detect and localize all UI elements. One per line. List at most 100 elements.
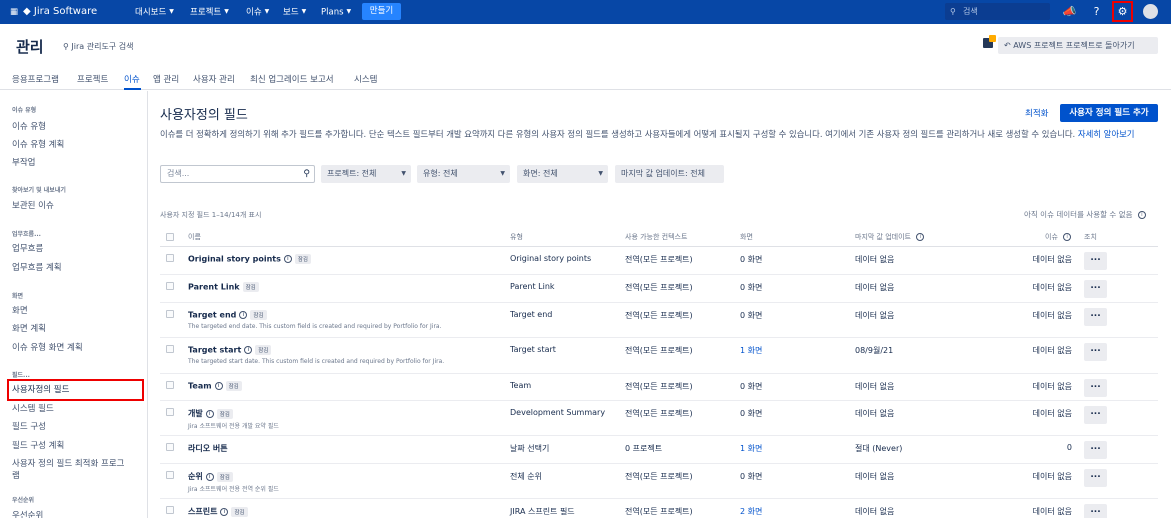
row-checkbox[interactable] bbox=[166, 443, 174, 451]
info-icon[interactable]: i bbox=[214, 382, 223, 390]
tab-projects[interactable]: 프로젝트 bbox=[77, 73, 108, 85]
row-checkbox[interactable] bbox=[166, 408, 174, 416]
create-button[interactable]: 만들기 bbox=[362, 3, 401, 20]
actions-menu-button[interactable]: ... bbox=[1084, 308, 1107, 326]
field-name[interactable]: 개발 i 잠김 bbox=[188, 408, 233, 419]
column-header-name[interactable]: 이름 bbox=[188, 232, 201, 242]
row-checkbox[interactable] bbox=[166, 471, 174, 479]
tab-upgrade-report[interactable]: 최신 업그레이드 보고서 bbox=[250, 73, 334, 85]
field-name[interactable]: 순위 i 잠김 bbox=[188, 471, 233, 482]
sidebar-item-screens[interactable]: 화면 bbox=[12, 304, 28, 316]
field-name[interactable]: Parent Link 잠김 bbox=[188, 282, 259, 292]
actions-menu-button[interactable]: ... bbox=[1084, 504, 1107, 518]
screen-filter-dropdown[interactable]: 화면: 전체 ▼ bbox=[517, 165, 608, 183]
field-name[interactable]: Target start i 잠김 bbox=[188, 345, 272, 355]
field-screens[interactable]: 2 화면 bbox=[740, 506, 762, 517]
sidebar-item-workflows[interactable]: 업무흐름 bbox=[12, 242, 43, 254]
nav-dashboards[interactable]: 대시보드 ▼ bbox=[135, 0, 174, 24]
info-icon[interactable]: i bbox=[916, 233, 925, 241]
add-custom-field-button[interactable]: 사용자 정의 필드 추가 bbox=[1060, 104, 1158, 122]
column-header-type[interactable]: 유형 bbox=[510, 232, 523, 242]
optimize-link[interactable]: 최적화 bbox=[1025, 107, 1048, 119]
nav-boards[interactable]: 보드 ▼ bbox=[283, 0, 306, 24]
row-checkbox[interactable] bbox=[166, 381, 174, 389]
last-update-filter-dropdown[interactable]: 마지막 값 업데이트: 전체 bbox=[615, 165, 724, 183]
admin-search-link[interactable]: ⚲ Jira 관리도구 검색 bbox=[63, 41, 133, 52]
column-header-screens[interactable]: 화면 bbox=[740, 232, 753, 242]
field-name[interactable]: Team i 잠김 bbox=[188, 381, 242, 391]
learn-more-link[interactable]: 자세히 알아보기 bbox=[1078, 129, 1135, 139]
sidebar-item-field-configurations[interactable]: 필드 구성 bbox=[12, 420, 46, 432]
nav-plans[interactable]: Plans ▼ bbox=[321, 0, 351, 24]
field-name[interactable]: 스프린트 i 잠김 bbox=[188, 506, 248, 517]
chevron-down-icon: ▼ bbox=[401, 170, 406, 177]
actions-menu-button[interactable]: ... bbox=[1084, 252, 1107, 270]
sidebar-item-priorities[interactable]: 우선순위 bbox=[12, 509, 43, 518]
locked-badge: 잠김 bbox=[225, 381, 242, 391]
column-header-actions: 조치 bbox=[1084, 233, 1097, 241]
actions-menu-button[interactable]: ... bbox=[1084, 280, 1107, 298]
info-icon[interactable]: i bbox=[244, 346, 253, 354]
column-header-contexts[interactable]: 사용 가능한 컨텍스트 bbox=[625, 232, 687, 242]
sidebar-item-issue-type-screen-schemes[interactable]: 이슈 유형 화면 계획 bbox=[12, 341, 83, 353]
tab-user-management[interactable]: 사용자 관리 bbox=[193, 73, 235, 85]
field-name[interactable]: Target end i 잠김 bbox=[188, 310, 267, 320]
user-avatar[interactable] bbox=[1143, 4, 1158, 19]
row-checkbox[interactable] bbox=[166, 345, 174, 353]
sidebar-item-issue-type-schemes[interactable]: 이슈 유형 계획 bbox=[12, 138, 64, 150]
back-to-project-button[interactable]: ↶ AWS 프로젝트 프로젝트로 돌아가기 bbox=[998, 37, 1158, 54]
info-icon[interactable]: i bbox=[1063, 233, 1072, 241]
global-search-input[interactable]: ⚲ 검색 bbox=[945, 3, 1050, 20]
table-row: Target end i 잠김 The targeted end date. This… bbox=[160, 303, 1158, 338]
field-last-update: 데이터 없음 bbox=[855, 311, 895, 320]
actions-menu-button[interactable]: ... bbox=[1084, 406, 1107, 424]
tab-issues[interactable]: 이슈 bbox=[124, 73, 140, 85]
sidebar-item-issue-types[interactable]: 이슈 유형 bbox=[12, 120, 46, 132]
actions-menu-button[interactable]: ... bbox=[1084, 379, 1107, 397]
field-screens[interactable]: 1 화면 bbox=[740, 443, 762, 454]
sidebar-item-field-configuration-schemes[interactable]: 필드 구성 계획 bbox=[12, 439, 64, 451]
field-name[interactable]: 라디오 버튼 bbox=[188, 443, 228, 454]
row-checkbox[interactable] bbox=[166, 282, 174, 290]
settings-gear-icon[interactable]: ⚙ bbox=[1112, 1, 1133, 22]
sidebar-item-custom-fields[interactable]: 사용자정의 필드 bbox=[12, 383, 69, 395]
type-filter-dropdown[interactable]: 유형: 전체 ▼ bbox=[417, 165, 510, 183]
sidebar-item-screen-schemes[interactable]: 화면 계획 bbox=[12, 322, 46, 334]
field-screens[interactable]: 1 화면 bbox=[740, 345, 762, 356]
info-icon[interactable]: i bbox=[205, 472, 214, 481]
row-checkbox[interactable] bbox=[166, 506, 174, 514]
column-header-last-update-label: 마지막 값 업데이트 bbox=[855, 233, 911, 241]
field-search-input[interactable]: 검색... ⚲ bbox=[160, 165, 315, 183]
info-icon[interactable]: i bbox=[239, 311, 248, 319]
tab-manage-apps[interactable]: 앱 관리 bbox=[153, 73, 179, 85]
help-icon[interactable]: ? bbox=[1088, 3, 1105, 20]
row-checkbox[interactable] bbox=[166, 310, 174, 318]
actions-menu-button[interactable]: ... bbox=[1084, 343, 1107, 361]
column-header-issues[interactable]: 이슈 i bbox=[1045, 232, 1072, 242]
jira-logo[interactable]: ◆ Jira Software bbox=[23, 0, 97, 24]
notifications-icon[interactable]: 📣 bbox=[1061, 3, 1078, 20]
info-icon[interactable]: i bbox=[205, 409, 214, 418]
sidebar-item-archived-issues[interactable]: 보관된 이슈 bbox=[12, 199, 54, 211]
field-name[interactable]: Original story points i 잠김 bbox=[188, 254, 311, 264]
actions-menu-button[interactable]: ... bbox=[1084, 441, 1107, 459]
sidebar-item-custom-field-optimizer[interactable]: 사용자 정의 필드 최적화 프로그 bbox=[12, 457, 124, 469]
app-switcher-icon[interactable]: ▦ bbox=[10, 0, 18, 24]
field-issue-count: 데이터 없음 bbox=[1032, 382, 1072, 391]
sidebar-item-system-fields[interactable]: 시스템 필드 bbox=[12, 402, 54, 414]
actions-menu-button[interactable]: ... bbox=[1084, 469, 1107, 487]
nav-issues[interactable]: 이슈 ▼ bbox=[246, 0, 269, 24]
row-checkbox[interactable] bbox=[166, 254, 174, 262]
sidebar-item-custom-field-optimizer-cont[interactable]: 램 bbox=[12, 469, 20, 481]
info-icon[interactable]: i bbox=[220, 507, 229, 516]
column-header-last-update[interactable]: 마지막 값 업데이트 i bbox=[855, 232, 925, 242]
sidebar-item-workflow-schemes[interactable]: 업무흐름 계획 bbox=[12, 261, 62, 273]
sidebar-item-subtasks[interactable]: 부작업 bbox=[12, 156, 35, 168]
info-icon[interactable]: i bbox=[1137, 211, 1146, 219]
nav-projects[interactable]: 프로젝트 ▼ bbox=[190, 0, 229, 24]
tab-system[interactable]: 시스템 bbox=[354, 73, 377, 85]
info-icon[interactable]: i bbox=[283, 255, 292, 263]
project-filter-dropdown[interactable]: 프로젝트: 전체 ▼ bbox=[321, 165, 411, 183]
select-all-checkbox[interactable] bbox=[166, 233, 174, 241]
tab-applications[interactable]: 응용프로그램 bbox=[12, 73, 59, 85]
